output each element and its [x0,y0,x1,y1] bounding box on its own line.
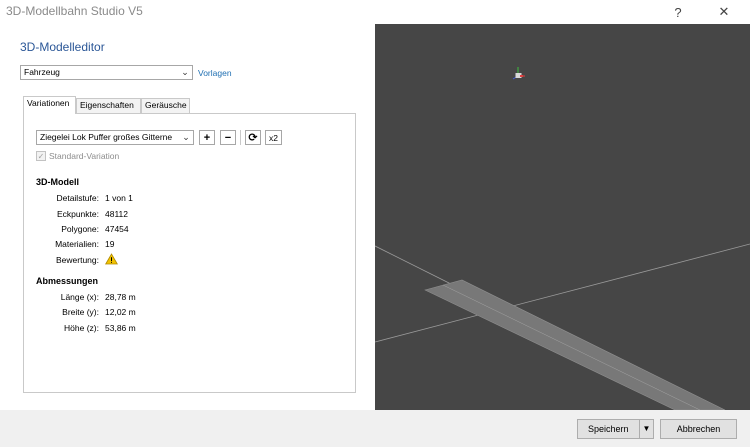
type-select[interactable]: Fahrzeug ⌄ [20,65,193,80]
standard-variation-checkbox[interactable]: ✓ [36,151,46,161]
minus-icon: − [224,131,232,144]
tab-eigenschaften[interactable]: Eigenschaften [76,98,141,113]
refresh-icon: ⟳ [248,132,258,144]
model3d-title: 3D-Modell [36,177,80,187]
templates-link[interactable]: Vorlagen [198,68,232,78]
detail-level-label: Detailstufe: [56,193,99,203]
rating-label: Bewertung: [56,255,99,265]
variations-panel: Ziegelei Lok Puffer großes Gitterne ⌄ + … [23,113,356,393]
window-title: 3D-Modellbahn Studio V5 [6,4,143,18]
duplicate-label: x2 [269,132,278,143]
standard-variation-label: Standard-Variation [49,151,120,161]
model-track-centerline [442,284,701,410]
chevron-down-icon: ⌄ [182,132,190,142]
materials-label: Materialien: [55,239,99,249]
tab-label: Variationen [27,98,70,108]
cancel-button[interactable]: Abbrechen [660,419,737,439]
variation-select[interactable]: Ziegelei Lok Puffer großes Gitterne ⌄ [36,130,194,145]
length-value: 28,78 m [105,292,136,302]
dimensions-title: Abmessungen [36,276,99,286]
materials-value: 19 [105,239,115,249]
model-track-shape [424,279,726,410]
axis-gizmo-icon[interactable] [512,67,525,80]
length-label: Länge (x): [60,292,99,302]
width-label: Breite (y): [62,307,99,317]
help-button[interactable]: ? [668,2,688,22]
viewport-scene [375,67,750,410]
chevron-down-icon: ⌄ [181,67,189,77]
toolbar-separator [240,130,241,145]
add-variation-button[interactable]: + [199,130,215,145]
tab-variationen[interactable]: Variationen [23,96,76,114]
detail-level-value: 1 von 1 [105,193,133,203]
polygons-value: 47454 [105,224,129,234]
duplicate-variation-button[interactable]: x2 [265,130,282,145]
variation-select-value: Ziegelei Lok Puffer großes Gitterne [40,132,173,142]
save-button-label: Speichern [588,424,629,434]
vertices-value: 48112 [105,209,129,219]
tab-label: Eigenschaften [80,100,134,110]
save-button[interactable]: Speichern ▼ [577,419,654,439]
editor-title: 3D-Modelleditor [20,40,105,54]
close-button[interactable]: ✕ [714,2,734,22]
vertices-label: Eckpunkte: [56,209,99,219]
width-value: 12,02 m [105,307,136,317]
editor-panel: 3D-Modelleditor Fahrzeug ⌄ Vorlagen Vari… [0,24,375,410]
3d-viewport[interactable] [375,24,750,410]
standard-variation-row: ✓ Standard-Variation [36,151,119,161]
height-value: 53,86 m [105,323,136,333]
warning-icon[interactable] [105,253,118,267]
save-dropdown-arrow-icon[interactable]: ▼ [639,420,653,438]
type-select-value: Fahrzeug [24,67,60,77]
tab-geraeusche[interactable]: Geräusche [141,98,190,113]
tab-label: Geräusche [145,100,187,110]
remove-variation-button[interactable]: − [220,130,236,145]
cancel-button-label: Abbrechen [676,424,721,434]
plus-icon: + [203,131,211,144]
polygons-label: Polygone: [61,224,99,234]
title-bar: 3D-Modellbahn Studio V5 ? ✕ [0,0,750,24]
dialog-footer: Speichern ▼ Abbrechen [0,410,750,447]
refresh-variation-button[interactable]: ⟳ [245,130,261,145]
height-label: Höhe (z): [64,323,99,333]
